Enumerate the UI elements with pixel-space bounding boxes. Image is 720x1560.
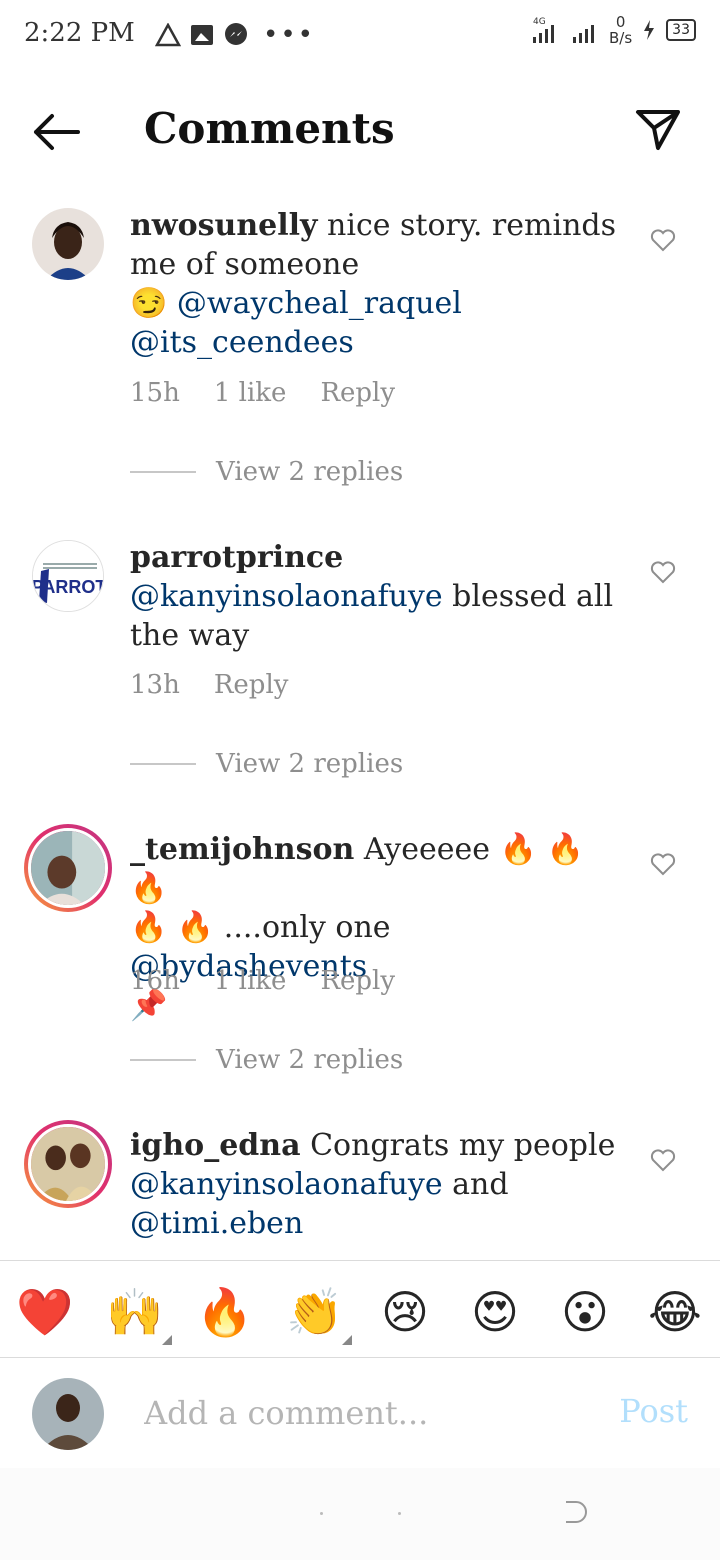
comment-text: and bbox=[452, 1167, 509, 1202]
comment-meta: 15h 1 like Reply bbox=[130, 378, 395, 408]
comment-text: Congrats my people bbox=[310, 1128, 616, 1163]
view-replies-label: View 2 replies bbox=[216, 1045, 404, 1075]
parrot-logo-icon: PARROT bbox=[33, 541, 103, 611]
skin-tone-indicator bbox=[162, 1335, 172, 1345]
avatar[interactable]: PARROT bbox=[32, 540, 104, 612]
system-icons: 4G 0 B/s 33 bbox=[531, 14, 696, 46]
network-type-label: 4G bbox=[533, 17, 546, 27]
comment-meta: 13h Reply bbox=[130, 670, 288, 700]
status-bar: 2:22 PM ••• 4G 0 B/s 33 bbox=[0, 0, 720, 72]
avatar[interactable] bbox=[32, 208, 104, 280]
view-replies-button[interactable]: View 2 replies bbox=[130, 457, 403, 487]
send-direct-icon[interactable] bbox=[634, 106, 682, 154]
mention-link[interactable]: @kanyinsolaonafuye bbox=[130, 579, 443, 614]
like-count[interactable]: 1 like bbox=[214, 966, 287, 996]
gallery-icon bbox=[191, 25, 213, 45]
system-nav-bar bbox=[0, 1468, 720, 1560]
comment-text: ....only one bbox=[223, 910, 391, 945]
replies-divider bbox=[130, 763, 196, 765]
avatar-story-ring[interactable] bbox=[24, 824, 112, 912]
clapping-emoji-button[interactable]: 👏 bbox=[286, 1283, 352, 1345]
clapping-emoji: 👏 bbox=[286, 1285, 344, 1339]
avatar bbox=[28, 1124, 108, 1204]
comment-body: nwosunelly nice story. reminds me of som… bbox=[130, 206, 630, 362]
reply-button[interactable]: Reply bbox=[320, 966, 395, 996]
heart-eyes-emoji-button[interactable]: 😍 bbox=[466, 1283, 524, 1341]
signal-icon bbox=[573, 25, 594, 43]
fire-emoji-button[interactable]: 🔥 bbox=[196, 1283, 254, 1341]
avatar-story-ring[interactable] bbox=[24, 1120, 112, 1208]
page-title: Comments bbox=[144, 104, 395, 153]
comment-username[interactable]: igho_edna bbox=[130, 1128, 301, 1163]
comments-header: Comments bbox=[0, 90, 720, 174]
user-photo-icon bbox=[31, 831, 105, 905]
net-speed: 0 B/s bbox=[609, 14, 632, 46]
heart-emoji-button[interactable]: ❤️ bbox=[16, 1283, 74, 1341]
user-photo-icon bbox=[32, 1378, 104, 1450]
like-count[interactable]: 1 like bbox=[214, 378, 287, 408]
net-speed-unit: B/s bbox=[609, 29, 633, 47]
status-time: 2:22 PM bbox=[24, 18, 135, 48]
post-button[interactable]: Post bbox=[619, 1392, 688, 1430]
view-replies-button[interactable]: View 2 replies bbox=[130, 1045, 403, 1075]
comment-time: 15h bbox=[130, 378, 180, 408]
user-photo-icon bbox=[32, 208, 104, 280]
raising-hands-emoji: 🙌 bbox=[106, 1285, 164, 1339]
messenger-icon bbox=[225, 23, 247, 45]
comment-input[interactable] bbox=[144, 1388, 584, 1438]
replies-divider bbox=[130, 1059, 196, 1061]
notification-icons: ••• bbox=[155, 22, 315, 48]
mention-link[interactable]: @kanyinsolaonafuye bbox=[130, 1167, 443, 1202]
comment-username[interactable]: _temijohnson bbox=[130, 832, 354, 867]
reply-button[interactable]: Reply bbox=[214, 670, 289, 700]
skin-tone-indicator bbox=[342, 1335, 352, 1345]
comment-composer: Post bbox=[0, 1358, 720, 1468]
comment-time: 16h bbox=[130, 966, 180, 996]
back-arrow-icon[interactable] bbox=[30, 112, 82, 152]
view-replies-label: View 2 replies bbox=[216, 749, 404, 779]
comment-meta: 16h 1 like Reply bbox=[130, 966, 395, 996]
quick-emoji-bar: ❤️ 🙌 🔥 👏 😢 😍 😮 😂 bbox=[0, 1260, 720, 1358]
battery-icon: 33 bbox=[666, 19, 696, 41]
laughing-emoji-button[interactable]: 😂 bbox=[646, 1283, 704, 1341]
crying-emoji-button[interactable]: 😢 bbox=[376, 1283, 434, 1341]
smirk-emoji: 😏 bbox=[130, 286, 168, 321]
like-heart-icon[interactable] bbox=[650, 852, 676, 876]
comment-username[interactable]: nwosunelly bbox=[130, 208, 317, 243]
view-replies-button[interactable]: View 2 replies bbox=[130, 749, 403, 779]
mention-link[interactable]: @timi.eben bbox=[130, 1206, 303, 1241]
view-replies-label: View 2 replies bbox=[216, 457, 404, 487]
surprised-emoji-button[interactable]: 😮 bbox=[556, 1283, 614, 1341]
like-heart-icon[interactable] bbox=[650, 1148, 676, 1172]
comment-username[interactable]: parrotprince bbox=[130, 540, 343, 575]
more-notifications-icon: ••• bbox=[263, 20, 316, 50]
raising-hands-emoji-button[interactable]: 🙌 bbox=[106, 1283, 172, 1345]
mention-link[interactable]: @its_ceendees bbox=[130, 325, 354, 360]
charging-icon bbox=[644, 20, 655, 40]
my-avatar bbox=[32, 1378, 104, 1450]
nav-back-icon[interactable] bbox=[560, 1498, 588, 1526]
reply-button[interactable]: Reply bbox=[320, 378, 395, 408]
warning-icon bbox=[155, 23, 181, 47]
avatar bbox=[28, 828, 108, 908]
comment-text: Ayeeeee bbox=[363, 832, 491, 867]
nav-home-button[interactable] bbox=[398, 1512, 401, 1515]
user-photo-icon bbox=[31, 1127, 105, 1201]
like-heart-icon[interactable] bbox=[650, 228, 676, 252]
comment-body: igho_edna Congrats my people @kanyinsola… bbox=[130, 1126, 630, 1243]
fire-emojis: 🔥 🔥 bbox=[130, 910, 215, 945]
comment-time: 13h bbox=[130, 670, 180, 700]
net-speed-value: 0 bbox=[615, 13, 626, 31]
nav-recents-button[interactable] bbox=[320, 1512, 323, 1515]
like-heart-icon[interactable] bbox=[650, 560, 676, 584]
signal-4g-icon: 4G bbox=[533, 17, 554, 43]
mention-link[interactable]: @waycheal_raquel bbox=[177, 286, 462, 321]
comment-body: parrotprince @kanyinsolaonafuye blessed … bbox=[130, 538, 630, 655]
replies-divider bbox=[130, 471, 196, 473]
